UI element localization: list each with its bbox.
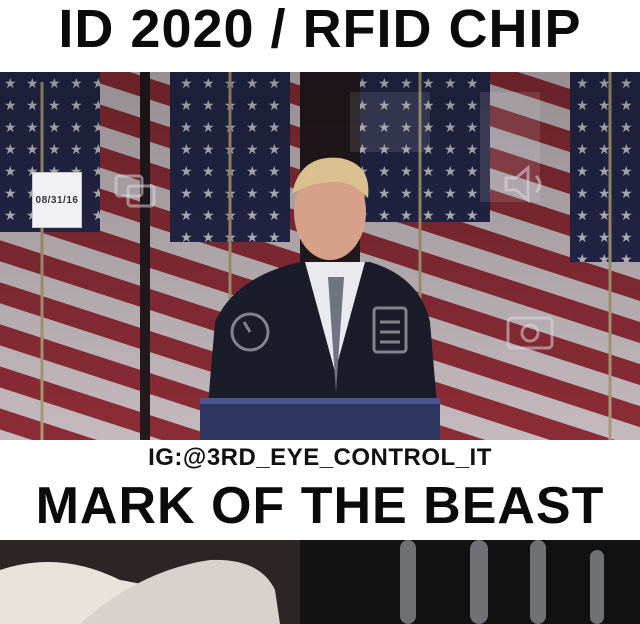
hand-and-xray xyxy=(0,540,640,624)
instagram-handle: IG:@3RD_EYE_CONTROL_IT xyxy=(148,444,492,471)
video-still: ★ xyxy=(0,72,640,440)
caption-subtitle: MARK OF THE BEAST xyxy=(35,477,605,535)
meme-frame: ID 2020 / RFID CHIP ★ xyxy=(0,0,640,624)
date-stamp-text: 08/31/16 xyxy=(35,194,79,206)
headline-title: ID 2020 / RFID CHIP xyxy=(58,0,582,59)
rally-scene: ★ xyxy=(0,72,640,440)
bottom-strip xyxy=(0,540,640,624)
date-stamp: 08/31/16 xyxy=(32,172,82,228)
podium xyxy=(200,400,440,440)
top-banner: ID 2020 / RFID CHIP xyxy=(0,0,640,72)
